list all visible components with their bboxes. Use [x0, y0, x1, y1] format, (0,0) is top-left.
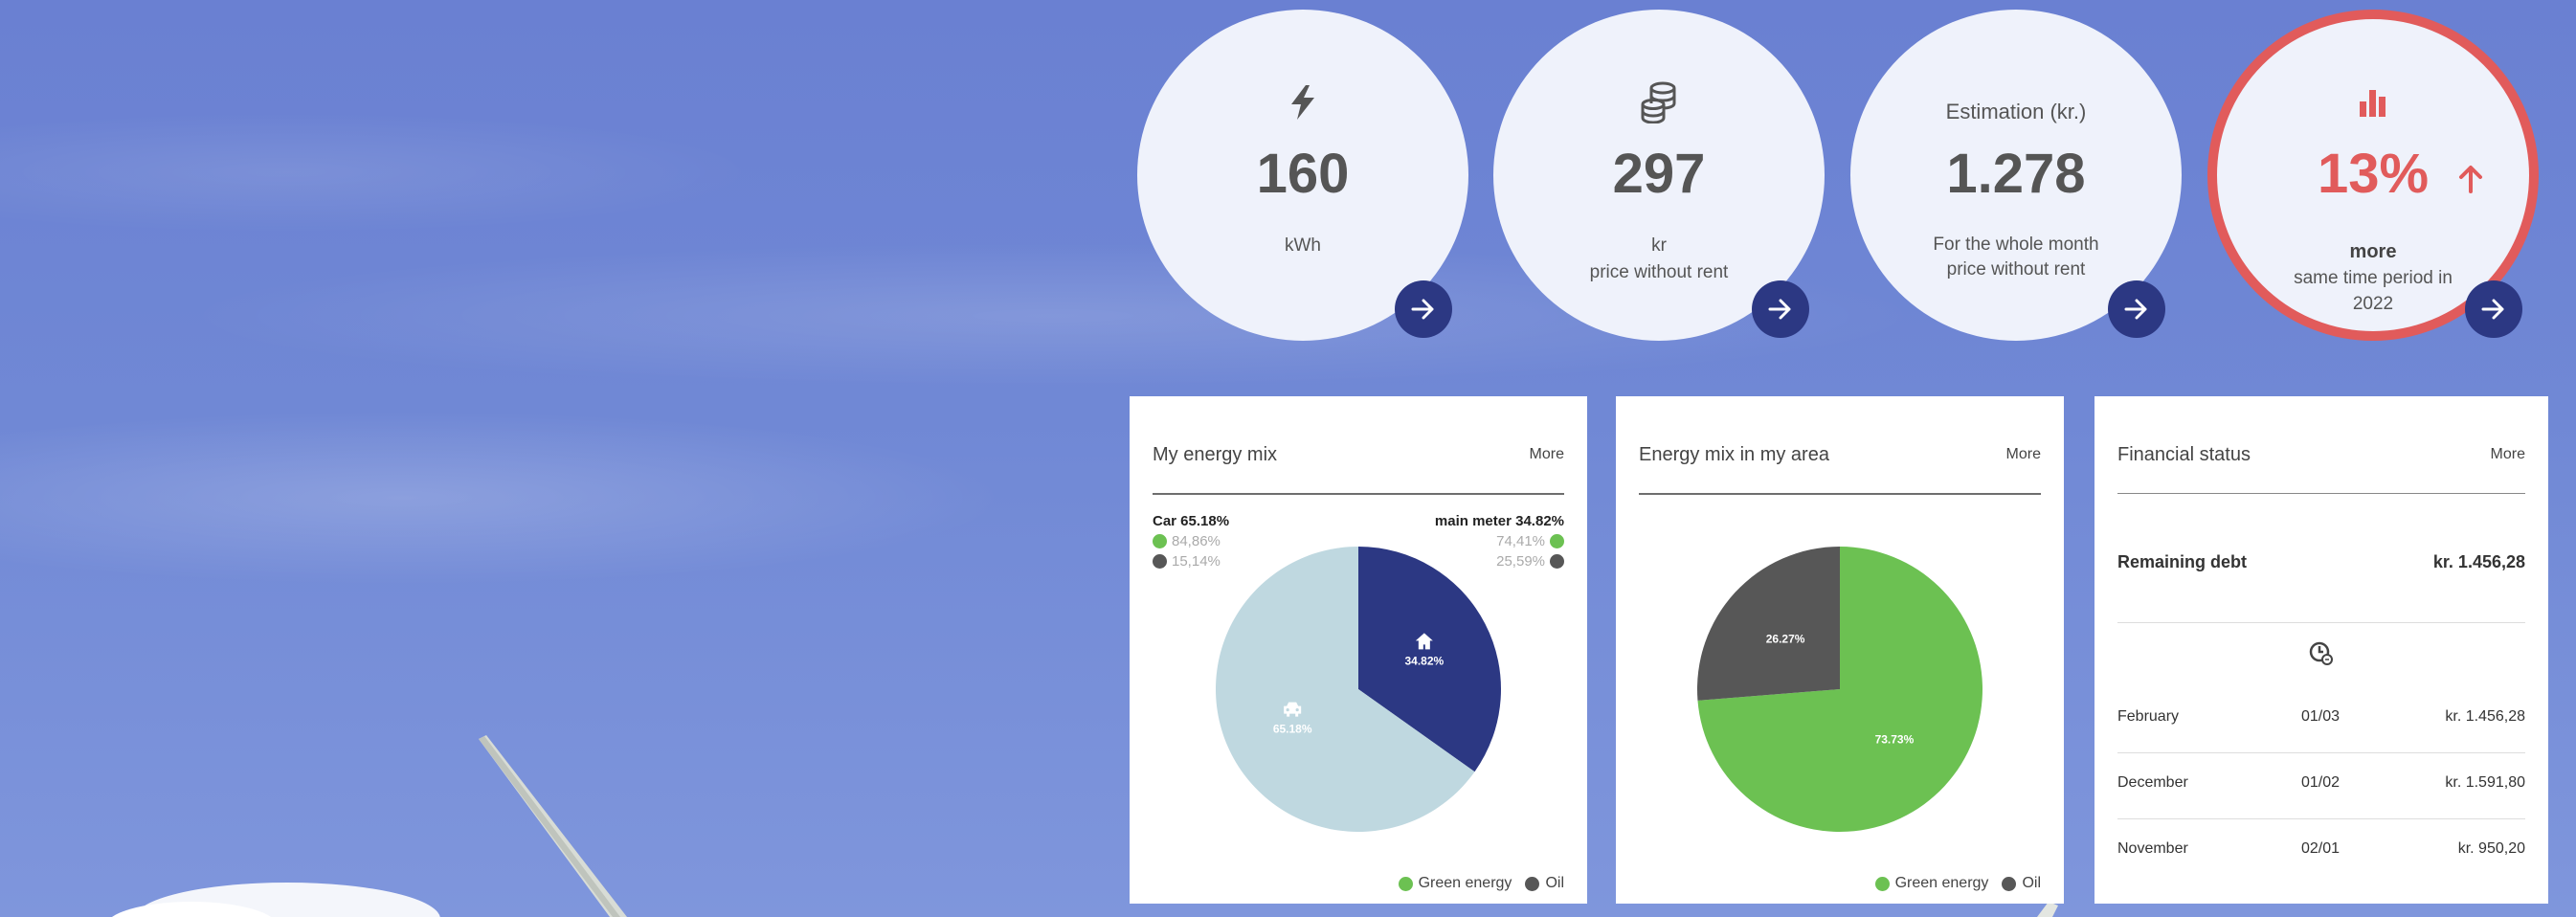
divider — [2117, 622, 2525, 623]
card-title: Financial status — [2117, 444, 2251, 465]
divider — [2117, 818, 2525, 819]
pie-data-label: 34.82% — [1404, 654, 1444, 667]
area-energy-mix-pie: 73.73% 26.27% — [1697, 547, 1982, 832]
kwh-unit: kWh — [1285, 235, 1321, 256]
green-legend-icon — [1874, 876, 1890, 891]
price-unit: kr — [1651, 235, 1667, 256]
estimation-value: 1.278 — [1946, 143, 2086, 205]
arrow-right-icon — [2124, 299, 2147, 320]
kwh-value: 160 — [1256, 143, 1350, 205]
oil-legend-icon — [1525, 876, 1540, 891]
arrow-right-icon — [1768, 299, 1791, 320]
pie-data-label: 65.18% — [1273, 723, 1312, 736]
clock-icon — [2094, 641, 2548, 671]
legend: Green energy Oil — [1874, 875, 2041, 892]
legend-oil: Oil — [1545, 875, 1564, 891]
divider — [2117, 752, 2525, 753]
my-energy-mix-pie: 34.82% 65.18% — [1216, 547, 1501, 832]
payment-date: 02/01 — [2301, 840, 2341, 857]
legend-green: Green energy — [1894, 875, 1989, 891]
payment-row[interactable]: February 01/03 kr. 1.456,28 — [2117, 708, 2525, 726]
pie-data-label: 26.27% — [1766, 632, 1805, 645]
arrow-up-icon — [2458, 165, 2483, 198]
green-legend-icon — [1398, 876, 1413, 891]
price-value: 297 — [1612, 143, 1706, 205]
legend-green: Green energy — [1418, 875, 1512, 891]
my-energy-mix-card: My energy mix More Car 65.18% 84,86% 15,… — [1130, 396, 1587, 904]
divider — [2117, 493, 2525, 494]
legend-oil: Oil — [2022, 875, 2041, 891]
payment-date: 01/03 — [2301, 708, 2341, 725]
kwh-arrow-button[interactable] — [1395, 280, 1452, 338]
payment-amount: kr. 950,20 — [2457, 840, 2525, 857]
payment-month: February — [2117, 708, 2180, 725]
price-arrow-button[interactable] — [1752, 280, 1809, 338]
lightning-icon — [1137, 78, 1468, 126]
more-link[interactable]: More — [2491, 446, 2525, 463]
arrow-right-icon — [2481, 299, 2504, 320]
pie-data-label: 73.73% — [1875, 733, 1915, 747]
payment-amount: kr. 1.456,28 — [2445, 708, 2525, 725]
comparison-arrow-button[interactable] — [2465, 280, 2522, 338]
comparison-more: more — [2349, 241, 2397, 262]
arrow-right-icon — [1411, 299, 1434, 320]
legend: Green energy Oil — [1398, 875, 1564, 892]
oil-legend-icon — [2002, 876, 2017, 891]
estimation-caption-1: For the whole month — [1933, 235, 2099, 255]
payment-month: November — [2117, 840, 2188, 857]
coins-icon — [1493, 78, 1825, 126]
turbine-blade-right — [2037, 902, 2058, 917]
payment-month: December — [2117, 774, 2188, 791]
remaining-debt-label: Remaining debt — [2117, 552, 2248, 571]
pie-slice-oil — [1697, 547, 1840, 701]
estimation-caption-2: price without rent — [1946, 259, 2086, 280]
estimation-arrow-button[interactable] — [2108, 280, 2165, 338]
payment-row[interactable]: November 02/01 kr. 950,20 — [2117, 840, 2525, 858]
financial-status-card: Financial status More Remaining debt kr.… — [2094, 396, 2548, 904]
payment-amount: kr. 1.591,80 — [2445, 774, 2525, 791]
remaining-debt-row: Remaining debt kr. 1.456,28 — [2117, 552, 2525, 572]
estimation-label: Estimation (kr.) — [1945, 100, 2087, 123]
bar-chart-icon — [2217, 78, 2529, 126]
payment-row[interactable]: December 01/02 kr. 1.591,80 — [2117, 774, 2525, 792]
payment-date: 01/02 — [2301, 774, 2341, 791]
remaining-debt-value: kr. 1.456,28 — [2432, 552, 2525, 571]
area-energy-mix-card: Energy mix in my area More 73.73% 26.27% … — [1616, 396, 2064, 904]
